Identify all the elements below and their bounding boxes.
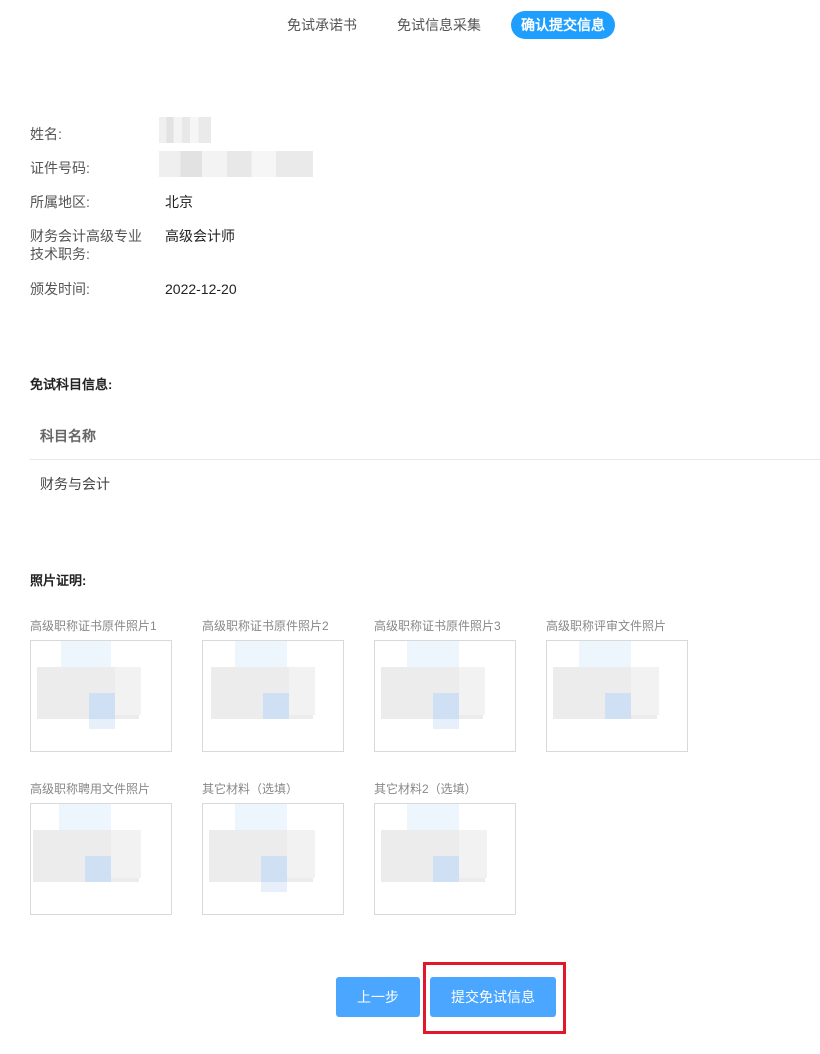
- photo-blur: [263, 693, 289, 719]
- photo-blur: [433, 693, 459, 719]
- photo-blur: [579, 641, 631, 667]
- photo-thumbnail[interactable]: [546, 640, 688, 752]
- id-number-value-redacted: [159, 151, 313, 177]
- photo-item: 其它材料（选填）: [202, 781, 346, 915]
- photo-blur: [89, 693, 115, 719]
- photo-label: 其它材料2（选填）: [374, 782, 477, 796]
- issue-date-label: 颁发时间:: [30, 281, 90, 297]
- photo-thumbnail[interactable]: [374, 640, 516, 752]
- photo-blur: [261, 882, 287, 892]
- photo-blur: [459, 830, 487, 878]
- photo-thumbnail[interactable]: [30, 640, 172, 752]
- tab-info-collection[interactable]: 免试信息采集: [397, 11, 481, 39]
- photo-label: 其它材料（选填）: [202, 782, 299, 796]
- issue-date-value: 2022-12-20: [165, 281, 237, 297]
- photo-blur: [631, 667, 659, 715]
- photo-label: 高级职称聘用文件照片: [30, 782, 151, 796]
- photos-section-title: 照片证明:: [30, 573, 87, 588]
- photo-blur: [459, 667, 485, 715]
- photo-blur: [235, 641, 287, 667]
- photo-thumbnail[interactable]: [30, 803, 172, 915]
- photo-blur: [289, 667, 315, 715]
- photo-blur: [287, 830, 315, 878]
- photo-label: 高级职称评审文件照片: [546, 619, 667, 633]
- photo-item: 高级职称证书原件照片1: [30, 618, 174, 752]
- name-label: 姓名:: [30, 126, 62, 142]
- photo-label: 高级职称证书原件照片1: [30, 619, 157, 633]
- photo-blur: [111, 830, 141, 878]
- name-value-redacted: [159, 117, 211, 143]
- photo-blur: [61, 641, 111, 667]
- photo-item: 其它材料2（选填）: [374, 781, 518, 915]
- professional-title-label: 财务会计高级专业 技术职务:: [30, 227, 150, 263]
- professional-title-label-line2: 技术职务:: [30, 246, 90, 262]
- photo-blur: [433, 719, 459, 729]
- region-label: 所属地区:: [30, 194, 90, 210]
- photo-blur: [407, 804, 459, 830]
- photo-blur: [115, 667, 141, 715]
- photo-label: 高级职称证书原件照片3: [374, 619, 501, 633]
- photo-item: 高级职称评审文件照片: [546, 618, 690, 752]
- table-row: 财务与会计: [40, 476, 110, 492]
- photo-item: 高级职称证书原件照片2: [202, 618, 346, 752]
- photo-item: 高级职称聘用文件照片: [30, 781, 174, 915]
- submit-exemption-button[interactable]: 提交免试信息: [430, 977, 556, 1017]
- subjects-section-title: 免试科目信息:: [30, 377, 113, 392]
- photo-blur: [605, 693, 631, 719]
- region-value: 北京: [165, 194, 193, 210]
- subject-name-column-header: 科目名称: [30, 413, 820, 460]
- step-tabs: 免试承诺书 免试信息采集 确认提交信息: [0, 11, 820, 41]
- tab-confirm-submit[interactable]: 确认提交信息: [511, 11, 615, 39]
- photo-blur: [433, 856, 459, 882]
- photo-thumbnail[interactable]: [374, 803, 516, 915]
- id-number-label: 证件号码:: [30, 160, 90, 176]
- photo-blur: [85, 856, 111, 882]
- photo-blur: [59, 804, 111, 830]
- photo-blur: [407, 641, 459, 667]
- photo-thumbnail[interactable]: [202, 640, 344, 752]
- professional-title-value: 高级会计师: [165, 228, 235, 244]
- photo-thumbnail[interactable]: [202, 803, 344, 915]
- subjects-table: 科目名称 财务与会计: [30, 413, 820, 508]
- previous-step-button[interactable]: 上一步: [336, 977, 420, 1017]
- photo-blur: [235, 804, 287, 830]
- photo-blur: [261, 856, 287, 882]
- tab-exemption-pledge[interactable]: 免试承诺书: [287, 11, 357, 39]
- photo-label: 高级职称证书原件照片2: [202, 619, 329, 633]
- photo-blur: [89, 719, 115, 729]
- professional-title-label-line1: 财务会计高级专业: [30, 228, 142, 244]
- photo-item: 高级职称证书原件照片3: [374, 618, 518, 752]
